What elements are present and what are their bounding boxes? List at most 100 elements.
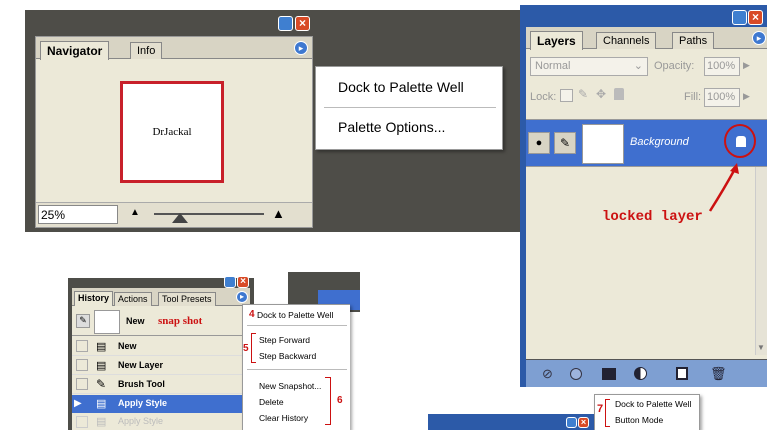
tab-info[interactable]: Info xyxy=(130,42,163,59)
history-item[interactable]: ✎ Brush Tool xyxy=(72,376,242,394)
delete-layer-icon[interactable]: 🗑 xyxy=(710,366,727,382)
close-button[interactable]: × xyxy=(748,10,763,25)
blend-mode-select[interactable]: Normal ⌄ xyxy=(530,57,648,76)
annotation-arrow xyxy=(708,163,739,212)
history-item[interactable]: ▤ New Layer xyxy=(72,357,242,375)
adjustment-layer-icon[interactable] xyxy=(634,367,647,380)
layer-style-icon[interactable] xyxy=(570,368,582,380)
zoom-input[interactable]: 25% xyxy=(38,205,118,224)
menu-item-clear-history[interactable]: Clear History xyxy=(259,413,308,423)
snapshot-annotation: snap shot xyxy=(158,315,203,327)
lock-highlight-circle xyxy=(724,124,756,158)
history-item-label: Brush Tool xyxy=(118,379,165,389)
brush-icon: ✎ xyxy=(96,377,107,391)
fill-arrow-icon[interactable]: ▶ xyxy=(743,91,750,102)
snapshot-row[interactable]: ✎ New snap shot xyxy=(72,308,242,336)
history-item[interactable]: ▤ New xyxy=(72,338,242,356)
menu-item-step-backward[interactable]: Step Backward xyxy=(259,351,316,361)
document-icon: ▤ xyxy=(96,341,107,353)
minimize-button[interactable] xyxy=(278,16,293,31)
locked-layer-annotation: locked layer xyxy=(602,209,703,225)
navigator-palette: Navigator Info ▸ DrJackal 25% ▲ ▲ xyxy=(35,36,313,228)
navigator-screenshot: × Navigator Info ▸ DrJackal 25% ▲ ▲ Dock… xyxy=(25,10,533,232)
layers-toolbar: ⊘ 🗑 xyxy=(526,359,767,387)
snapshot-name: New xyxy=(126,316,145,326)
close-button[interactable]: × xyxy=(578,417,589,428)
lock-transparency-icon[interactable] xyxy=(560,89,573,102)
bracket-7 xyxy=(605,399,610,427)
menu-item-delete[interactable]: Delete xyxy=(259,397,284,407)
menu-item-dock-to-palette-well[interactable]: Dock to Palette Well xyxy=(257,310,333,320)
opacity-input[interactable]: 100% xyxy=(704,57,740,76)
minimize-button[interactable] xyxy=(732,10,747,25)
navigator-preview[interactable]: DrJackal xyxy=(120,81,224,183)
marker-7: 7 xyxy=(597,403,604,415)
new-group-icon[interactable] xyxy=(602,368,616,380)
fill-label: Fill: xyxy=(684,91,702,103)
menu-item-new-snapshot[interactable]: New Snapshot... xyxy=(259,381,321,391)
menu-item-button-mode[interactable]: Button Mode xyxy=(615,415,663,425)
menu-item-step-forward[interactable]: Step Forward xyxy=(259,335,310,345)
bottom-palette-screenshot: × xyxy=(428,414,594,430)
navigator-palette-menu: Dock to Palette Well Palette Options... xyxy=(315,66,503,150)
menu-item-dock-to-palette-well[interactable]: Dock to Palette Well xyxy=(338,79,464,95)
history-item-label: New Layer xyxy=(118,360,164,370)
link-layers-icon[interactable]: ⊘ xyxy=(542,366,553,382)
opacity-label: Opacity: xyxy=(654,60,695,72)
minimize-button[interactable] xyxy=(224,276,236,288)
zoom-in-icon[interactable]: ▲ xyxy=(272,206,285,221)
lock-all-icon[interactable] xyxy=(614,88,624,100)
lock-paint-icon[interactable]: ✎ xyxy=(578,87,588,101)
fill-input[interactable]: 100% xyxy=(704,88,740,107)
brush-link-icon[interactable]: ✎ xyxy=(554,132,576,154)
bracket-5 xyxy=(251,333,256,363)
history-item-label: Apply Style xyxy=(118,416,164,426)
history-state-slider-icon[interactable]: ▶ xyxy=(74,398,82,409)
document-icon: ▤ xyxy=(96,416,107,428)
scrollbar[interactable]: ▼ xyxy=(755,167,767,355)
tab-layers[interactable]: Layers xyxy=(530,31,583,50)
history-palette: History Actions Tool Presets ▸ ✎ New sna… xyxy=(72,288,250,430)
scroll-down-icon[interactable]: ▼ xyxy=(757,343,765,352)
zoom-slider[interactable] xyxy=(154,213,264,215)
tab-actions[interactable]: Actions xyxy=(114,292,152,306)
marker-5: 5 xyxy=(243,343,249,354)
layers-palette: Layers Channels Paths ▸ Normal ⌄ Opacity… xyxy=(526,27,767,387)
minimize-button[interactable] xyxy=(566,417,577,428)
visibility-eye-icon[interactable]: ● xyxy=(528,132,550,154)
preview-text: DrJackal xyxy=(152,126,192,138)
new-layer-icon[interactable] xyxy=(676,367,688,380)
history-screenshot: × History Actions Tool Presets ▸ ✎ New s… xyxy=(60,272,360,430)
document-icon: ▤ xyxy=(96,360,107,372)
palette-menu-button[interactable]: ▸ xyxy=(236,291,248,303)
bottom-palette-menu: 7 Dock to Palette Well Button Mode xyxy=(594,394,700,430)
palette-menu-button[interactable]: ▸ xyxy=(294,41,308,55)
marker-6: 6 xyxy=(337,395,343,406)
tab-channels[interactable]: Channels xyxy=(596,32,657,49)
menu-item-palette-options[interactable]: Palette Options... xyxy=(338,119,445,135)
layer-thumbnail xyxy=(582,124,624,164)
history-palette-menu: 4 Dock to Palette Well 5 Step Forward St… xyxy=(242,304,350,430)
menu-item-dock-to-palette-well[interactable]: Dock to Palette Well xyxy=(615,399,691,409)
close-button[interactable]: × xyxy=(237,276,249,288)
layer-name[interactable]: Background xyxy=(630,136,689,148)
close-button[interactable]: × xyxy=(295,16,310,31)
history-item-label: New xyxy=(118,341,137,351)
tab-paths[interactable]: Paths xyxy=(672,32,715,49)
zoom-slider-thumb[interactable] xyxy=(172,213,188,223)
history-item-selected[interactable]: ▶ ▤ Apply Style xyxy=(72,395,242,413)
opacity-arrow-icon[interactable]: ▶ xyxy=(743,60,750,71)
tab-history[interactable]: History xyxy=(74,291,114,306)
history-item[interactable]: ▤ Apply Style xyxy=(72,414,242,430)
tab-tool-presets[interactable]: Tool Presets xyxy=(158,292,216,306)
history-brush-icon[interactable]: ✎ xyxy=(76,314,90,328)
chevron-down-icon: ⌄ xyxy=(633,60,643,72)
lock-label: Lock: xyxy=(530,91,557,103)
palette-menu-button[interactable]: ▸ xyxy=(752,31,766,45)
bracket-6 xyxy=(325,377,331,425)
marker-4: 4 xyxy=(249,309,255,320)
tab-navigator[interactable]: Navigator xyxy=(40,41,110,60)
lock-move-icon[interactable]: ✥ xyxy=(596,87,606,101)
layers-screenshot: × Layers Channels Paths ▸ Normal ⌄ Opaci… xyxy=(520,5,767,387)
zoom-out-icon[interactable]: ▲ xyxy=(130,207,140,218)
